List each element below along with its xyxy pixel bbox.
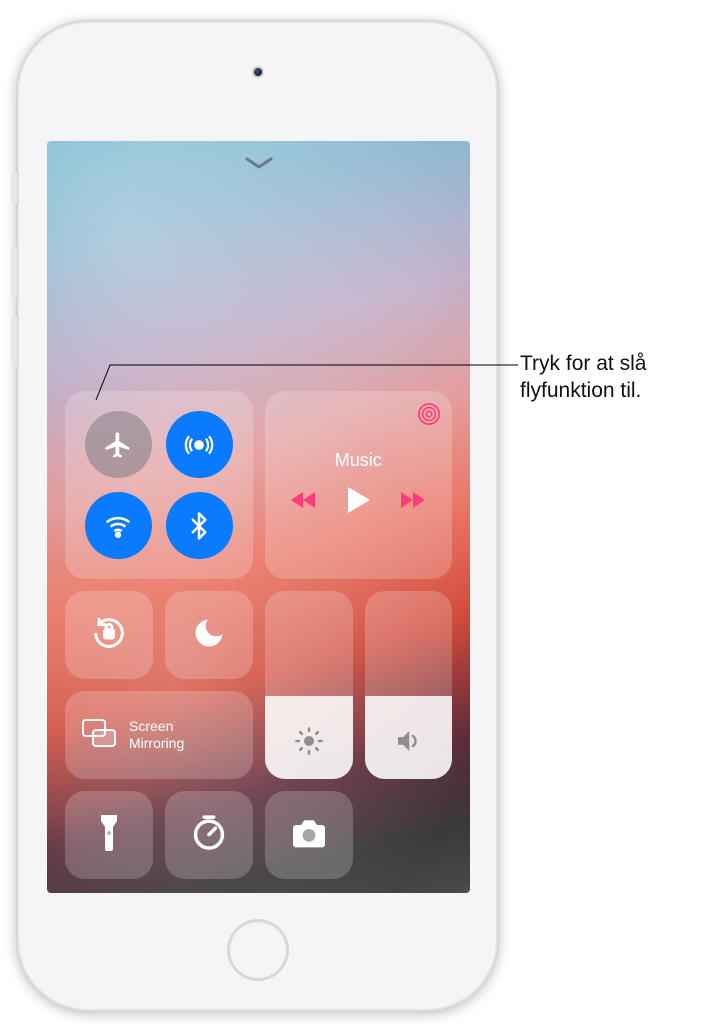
side-button-volume-down — [13, 315, 17, 367]
bluetooth-button[interactable] — [166, 492, 233, 559]
brightness-slider[interactable] — [265, 591, 353, 779]
moon-icon — [191, 615, 227, 656]
callout-text: Tryk for at slå flyfunktion til. — [520, 350, 710, 405]
side-button-lock-switch — [13, 171, 17, 205]
flashlight-button[interactable] — [65, 791, 153, 879]
device-screen: Music — [47, 141, 470, 893]
device-ipod-frame: Music — [16, 20, 499, 1012]
screen-mirroring-button[interactable]: Screen Mirroring — [65, 691, 253, 779]
connectivity-module[interactable] — [65, 391, 253, 579]
screen-mirroring-label: Screen Mirroring — [129, 718, 184, 752]
wifi-icon — [103, 511, 133, 541]
bluetooth-icon — [184, 511, 214, 541]
volume-icon — [393, 726, 423, 761]
screen-mirroring-icon — [81, 718, 117, 753]
airdrop-button[interactable] — [166, 411, 233, 478]
airplane-icon — [103, 430, 133, 460]
side-button-volume-up — [13, 247, 17, 299]
timer-button[interactable] — [165, 791, 253, 879]
media-previous-icon[interactable] — [291, 490, 317, 515]
orientation-lock-button[interactable] — [65, 591, 153, 679]
collapse-chevron-icon[interactable] — [245, 157, 273, 171]
wifi-button[interactable] — [85, 492, 152, 559]
volume-slider[interactable] — [365, 591, 453, 779]
front-camera — [252, 66, 264, 78]
airplane-mode-button[interactable] — [85, 411, 152, 478]
camera-icon — [289, 817, 329, 854]
media-next-icon[interactable] — [399, 490, 425, 515]
camera-button[interactable] — [265, 791, 353, 879]
media-play-icon[interactable] — [345, 485, 371, 520]
media-module[interactable]: Music — [265, 391, 452, 579]
home-button[interactable] — [227, 919, 289, 981]
timer-icon — [190, 814, 228, 857]
orientation-lock-icon — [89, 613, 129, 658]
airplay-icon[interactable] — [418, 403, 440, 430]
flashlight-icon — [98, 813, 120, 858]
control-center: Music — [47, 141, 470, 893]
do-not-disturb-button[interactable] — [165, 591, 253, 679]
media-title: Music — [335, 450, 382, 471]
brightness-icon — [294, 726, 324, 761]
airdrop-icon — [184, 430, 214, 460]
